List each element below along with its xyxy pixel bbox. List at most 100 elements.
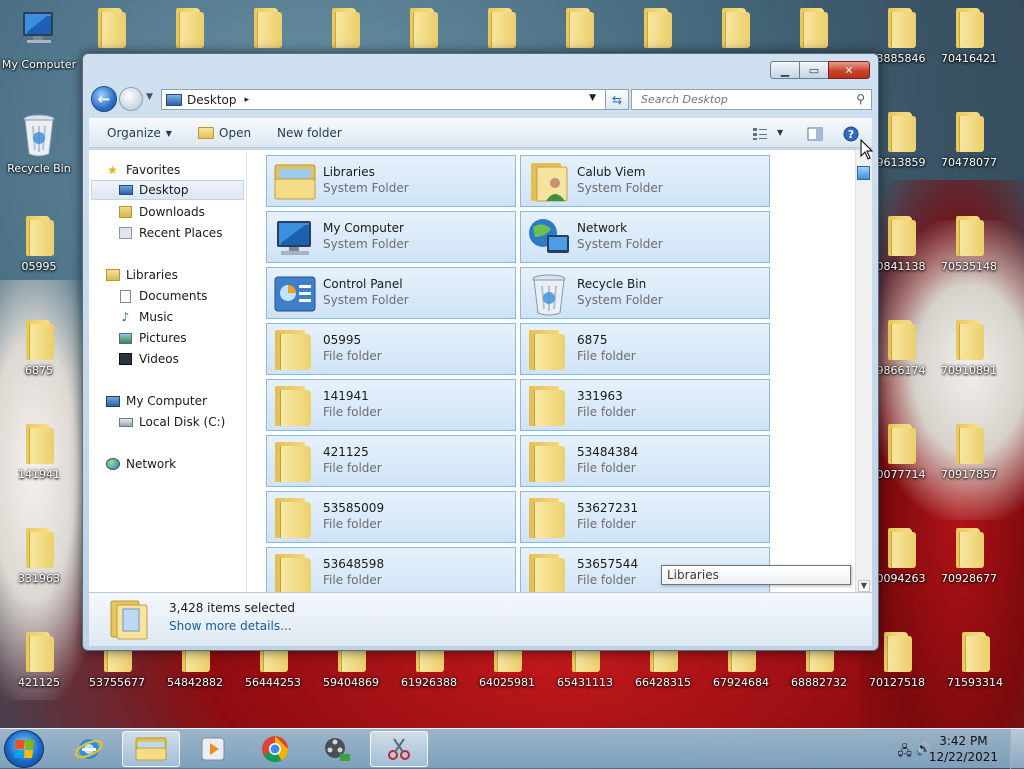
taskbar-internet-explorer[interactable] xyxy=(60,731,118,767)
preview-pane-icon[interactable] xyxy=(807,127,823,141)
desktop-icon-label: My Computer xyxy=(1,58,77,71)
taskbar-chrome[interactable] xyxy=(246,731,304,767)
search-input[interactable] xyxy=(639,92,849,107)
taskbar-windows-explorer[interactable] xyxy=(122,731,180,767)
desktop-folder[interactable]: 71593314 xyxy=(936,632,1014,689)
desktop-folder[interactable] xyxy=(150,8,228,48)
explorer-window[interactable]: ▁ ▭ ✕ ← ▼ Desktop ▸ ▼ ⇆ ⚲ Organize ▼ Ope… xyxy=(82,53,879,651)
desktop-folder-label: 64025981 xyxy=(479,676,535,689)
folder-icon xyxy=(960,632,990,672)
desktop-folder[interactable]: 70928677 xyxy=(930,528,1008,585)
maximize-button[interactable]: ▭ xyxy=(799,61,829,79)
network-tray-icon[interactable]: 🖧 xyxy=(898,742,913,764)
search-box[interactable]: ⚲ xyxy=(631,89,872,110)
nav-local-disk[interactable]: Local Disk (C:) xyxy=(118,412,225,432)
desktop-folder[interactable] xyxy=(306,8,384,48)
forward-button[interactable] xyxy=(119,87,143,111)
close-button[interactable]: ✕ xyxy=(828,61,870,79)
file-tile[interactable]: 141941 File folder xyxy=(266,379,516,431)
breadcrumb-desktop[interactable]: Desktop xyxy=(187,93,237,107)
file-tile[interactable]: 53648598 File folder xyxy=(266,547,516,593)
file-tile[interactable]: Recycle Bin System Folder xyxy=(520,267,770,319)
file-tile[interactable]: Libraries System Folder xyxy=(266,155,516,207)
file-tile[interactable]: 6875 File folder xyxy=(520,323,770,375)
organize-button[interactable]: Organize ▼ xyxy=(107,126,172,140)
desktop-location-icon xyxy=(166,93,182,106)
refresh-button[interactable]: ⇆ xyxy=(605,89,629,110)
desktop-folder[interactable]: 331963 xyxy=(0,528,78,585)
file-tile[interactable]: 05995 File folder xyxy=(266,323,516,375)
desktop-folder[interactable] xyxy=(696,8,774,48)
user-folder-icon xyxy=(531,163,568,202)
desktop-folder[interactable]: 05995 xyxy=(0,216,78,273)
system-clock[interactable]: 3:42 PM 12/22/2021 xyxy=(929,733,998,765)
file-tile[interactable]: Calub Viem System Folder xyxy=(520,155,770,207)
desktop-folder[interactable] xyxy=(228,8,306,48)
desktop-folder[interactable] xyxy=(72,8,150,48)
file-tile[interactable]: 53484384 File folder xyxy=(520,435,770,487)
desktop-folder-label: 331963 xyxy=(18,572,60,585)
file-tile[interactable]: My Computer System Folder xyxy=(266,211,516,263)
breadcrumb-separator-arrow[interactable]: ▸ xyxy=(245,95,250,105)
desktop-folder[interactable] xyxy=(462,8,540,48)
desktop-icon-recycle-bin[interactable]: Recycle Bin xyxy=(0,112,78,175)
libraries-icon xyxy=(105,269,120,282)
folder-icon xyxy=(720,8,750,48)
vertical-scrollbar[interactable]: ▼ xyxy=(855,150,872,593)
desktop-folder[interactable] xyxy=(384,8,462,48)
start-button[interactable] xyxy=(4,730,44,768)
nav-music[interactable]: ♪ Music xyxy=(118,307,174,327)
file-tile[interactable]: Control Panel System Folder xyxy=(266,267,516,319)
mouse-cursor-icon xyxy=(860,139,874,160)
nav-videos[interactable]: Videos xyxy=(118,349,179,369)
nav-favorites[interactable]: ★ Favorites xyxy=(105,160,180,180)
desktop-icon-my-computer[interactable]: My Computer xyxy=(0,8,78,71)
tile-type: File folder xyxy=(323,517,382,531)
nav-downloads[interactable]: Downloads xyxy=(118,202,205,222)
nav-libraries[interactable]: Libraries xyxy=(105,265,178,285)
nav-recent-places[interactable]: Recent Places xyxy=(118,223,222,243)
folder-icon xyxy=(954,320,984,360)
desktop-folder[interactable]: 6875 xyxy=(0,320,78,377)
recent-pages-dropdown[interactable]: ▼ xyxy=(146,92,153,102)
folder-icon xyxy=(886,424,916,464)
desktop-folder[interactable]: 70910891 xyxy=(930,320,1008,377)
help-icon[interactable]: ? xyxy=(843,126,859,142)
file-tile[interactable]: Network System Folder xyxy=(520,211,770,263)
desktop-folder[interactable] xyxy=(774,8,852,48)
desktop-folder[interactable]: 421125 xyxy=(0,632,78,689)
taskbar-snipping-tool[interactable] xyxy=(370,731,428,767)
taskbar-movie-maker[interactable] xyxy=(308,731,366,767)
desktop-folder[interactable]: 70478077 xyxy=(930,112,1008,169)
nav-documents[interactable]: Documents xyxy=(118,286,207,306)
open-button[interactable]: Open xyxy=(198,126,251,140)
show-desktop-button[interactable] xyxy=(1010,729,1024,769)
file-tile[interactable]: 53585009 File folder xyxy=(266,491,516,543)
computer-icon xyxy=(277,221,311,255)
network-icon xyxy=(105,458,120,471)
address-bar[interactable]: Desktop ▸ ▼ xyxy=(161,89,629,110)
nav-my-computer[interactable]: My Computer xyxy=(105,391,207,411)
minimize-button[interactable]: ▁ xyxy=(770,61,800,79)
desktop-folder[interactable]: 70416421 xyxy=(930,8,1008,65)
desktop-folder[interactable] xyxy=(618,8,696,48)
new-folder-button[interactable]: New folder xyxy=(277,126,342,140)
show-more-details-link[interactable]: Show more details... xyxy=(169,619,292,633)
nav-pictures[interactable]: Pictures xyxy=(118,328,187,348)
desktop-folder[interactable] xyxy=(540,8,618,48)
back-button[interactable]: ← xyxy=(91,86,117,112)
desktop-folder[interactable]: 70535148 xyxy=(930,216,1008,273)
nav-desktop[interactable]: Desktop xyxy=(91,180,244,200)
desktop-folder[interactable]: 70917857 xyxy=(930,424,1008,481)
view-options-dropdown[interactable]: ▼ xyxy=(777,128,783,137)
change-view-icon[interactable] xyxy=(752,127,768,141)
tile-name: Calub Viem xyxy=(577,165,646,179)
file-tile[interactable]: 421125 File folder xyxy=(266,435,516,487)
nav-network[interactable]: Network xyxy=(105,454,176,474)
file-tile[interactable]: 53627231 File folder xyxy=(520,491,770,543)
taskbar-media-player[interactable] xyxy=(184,731,242,767)
address-history-dropdown[interactable]: ▼ xyxy=(589,93,596,103)
desktop-folder[interactable]: 141941 xyxy=(0,424,78,481)
scroll-down-arrow[interactable]: ▼ xyxy=(858,580,870,592)
file-tile[interactable]: 331963 File folder xyxy=(520,379,770,431)
